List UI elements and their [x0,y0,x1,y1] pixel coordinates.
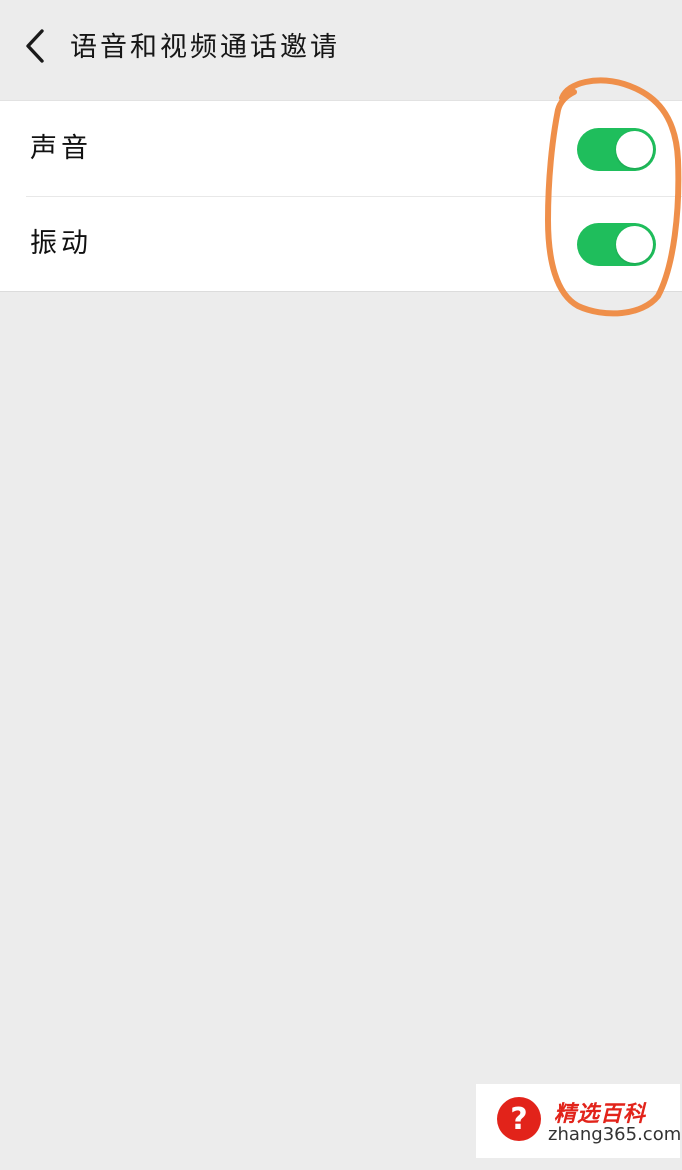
watermark: ? 精选百科 zhang365.com [476,1084,682,1158]
back-button[interactable] [14,24,58,68]
setting-label-vibrate: 振动 [30,228,92,259]
nav-header: 语音和视频通话邀请 [0,0,682,96]
question-mark-icon: ? [497,1097,541,1141]
settings-group: 声音 振动 [0,100,682,292]
setting-row-vibrate[interactable]: 振动 [0,196,682,291]
setting-row-sound[interactable]: 声音 [0,101,682,196]
toggle-knob [616,131,653,168]
toggle-knob [616,226,653,263]
watermark-url: zhang365.com [548,1124,682,1145]
setting-label-sound: 声音 [30,133,92,164]
sound-toggle[interactable] [577,128,656,171]
screen: 语音和视频通话邀请 声音 振动 ? 精选百科 zhang365.com [0,0,682,1170]
page-title: 语音和视频通话邀请 [70,32,340,63]
svg-text:?: ? [510,1102,527,1137]
vibrate-toggle[interactable] [577,223,656,266]
chevron-left-icon [26,29,44,63]
